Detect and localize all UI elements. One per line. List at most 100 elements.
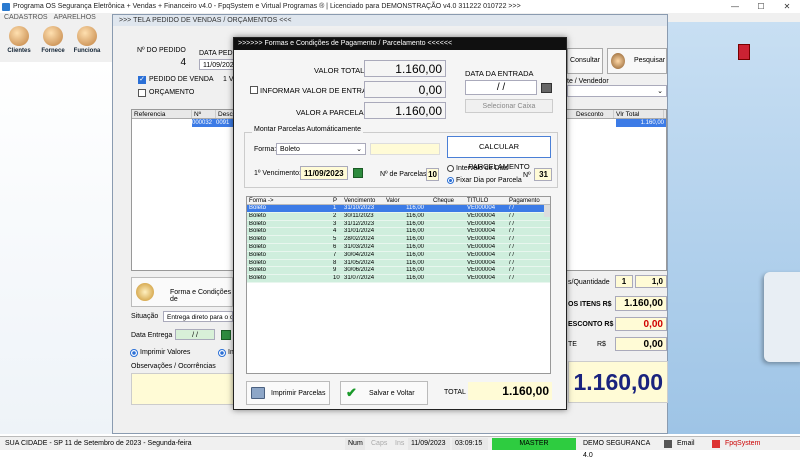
parcela-titulo: VE000004 — [467, 220, 496, 227]
forma-extra-field[interactable] — [370, 143, 440, 155]
funciona-button[interactable]: Funciona — [72, 24, 102, 60]
data-entrega-field[interactable]: / / — [175, 329, 215, 340]
parcelas-table: Forma -> P Vencimento Valor Cheque TITUL… — [246, 196, 551, 374]
salvar-voltar-label: Salvar e Voltar — [369, 390, 415, 397]
parcela-p: 10 — [333, 275, 340, 282]
clientes-label: Clientes — [7, 48, 31, 54]
pesquisar-label: Pesquisar — [634, 57, 666, 64]
valor-entrada-field[interactable]: 0,00 — [364, 81, 446, 98]
imprimir-valores-label: Imprimir Valores — [140, 349, 191, 356]
parcela-row[interactable]: Boleto 2 30/11/2023 116,00 VE000004 / / — [247, 212, 550, 221]
salvar-voltar-button[interactable]: ✔ Salvar e Voltar — [340, 381, 428, 405]
informar-checkbox[interactable] — [250, 86, 258, 94]
orcamento-checkbox[interactable] — [138, 89, 146, 97]
menu-aparelhos[interactable]: APARELHOS — [54, 13, 96, 22]
parcela-valor: 116,00 — [406, 275, 424, 282]
intervalo-label: Intervalo de Dias — [456, 165, 509, 172]
status-email[interactable]: Email — [674, 438, 704, 450]
menu-cadastros[interactable]: CADASTROS — [4, 13, 48, 22]
nr-pedido-field[interactable]: 4 — [137, 57, 189, 70]
forma-label: Forma: — [254, 146, 277, 153]
coins-icon — [136, 283, 154, 301]
close-button[interactable]: ✕ — [774, 0, 800, 13]
parcela-row[interactable]: Boleto 1 31/10/2023 116,00 VE000004 / / — [247, 205, 550, 213]
parcela-p: 5 — [333, 236, 337, 243]
parcela-row[interactable]: Boleto 9 30/06/2024 116,00 VE000004 / / — [247, 267, 550, 276]
total-itens-field: 1.160,00 — [615, 296, 667, 311]
parcela-row[interactable]: Boleto 5 28/02/2024 116,00 VE000004 / / — [247, 236, 550, 244]
calcular-button[interactable]: CALCULAR PARCELAMENTO — [447, 136, 551, 171]
desconto-field[interactable]: 0,00 — [615, 317, 667, 331]
parcela-pag: / / — [509, 205, 515, 211]
nparcelas-field[interactable]: 10 — [426, 168, 439, 181]
vencimento-label: 1º Vencimento: — [254, 170, 301, 177]
observacoes-field[interactable] — [131, 373, 235, 405]
col-vencimento: Vencimento — [344, 198, 376, 204]
calendar-icon[interactable] — [353, 168, 363, 178]
maximize-button[interactable]: ☐ — [748, 0, 774, 13]
parcela-forma: Boleto — [249, 243, 267, 250]
parcela-row[interactable]: Boleto 4 31/01/2024 116,00 VE000004 / / — [247, 228, 550, 237]
valor-parcelar-field: 1.160,00 — [364, 102, 446, 119]
situacao-field[interactable]: Entrega direto para o clie — [163, 311, 233, 322]
pesquisar-button[interactable]: Pesquisar — [607, 48, 667, 74]
imprimir-parcelas-label: Imprimir Parcelas — [271, 390, 326, 397]
pedido-venda-checkbox[interactable]: ✓ — [138, 76, 146, 84]
col-forma: Forma -> — [249, 198, 274, 204]
parcela-p: 4 — [333, 228, 337, 235]
col-nr: Nº — [192, 110, 216, 118]
parcela-valor: 116,00 — [406, 236, 424, 243]
te-label: TE — [568, 341, 577, 348]
parcela-venc: 31/03/2024 — [344, 243, 375, 250]
parcela-row[interactable]: Boleto 10 31/07/2024 116,00 VE000004 / / — [247, 275, 550, 283]
fixar-radio[interactable] — [447, 177, 454, 184]
data-entrada-field[interactable]: / / — [465, 80, 537, 95]
forma-condicoes-button[interactable]: Forma e Condições de — [131, 277, 233, 307]
dia-field[interactable]: 31 — [534, 168, 552, 181]
vencimento-field[interactable]: 11/09/2023 — [300, 166, 348, 180]
status-ins: Ins — [395, 440, 405, 447]
exit-icon[interactable] — [738, 44, 750, 60]
window-titlebar: Programa OS Segurança Eletrônica + Venda… — [0, 0, 800, 13]
col-p: P — [333, 198, 338, 204]
parcela-row[interactable]: Boleto 8 31/05/2024 116,00 VE000004 / / — [247, 259, 550, 268]
calendar-icon[interactable] — [221, 330, 231, 340]
selecionar-caixa-button[interactable]: Selecionar Caixa — [465, 99, 553, 113]
parcela-row[interactable]: Boleto 3 31/12/2023 116,00 VE000004 / / — [247, 220, 550, 229]
parcela-forma: Boleto — [249, 267, 267, 274]
parcela-forma: Boleto — [249, 236, 267, 243]
parcela-row[interactable]: Boleto 6 31/03/2024 116,00 VE000004 / / — [247, 243, 550, 252]
im-radio[interactable] — [218, 349, 226, 357]
parcela-pag: / / — [509, 236, 515, 243]
parcela-titulo: VE000004 — [467, 259, 496, 266]
imprimir-parcelas-button[interactable]: Imprimir Parcelas — [246, 381, 330, 405]
intervalo-radio[interactable] — [447, 165, 454, 172]
parcela-forma: Boleto — [249, 251, 267, 258]
email-icon[interactable] — [664, 440, 672, 448]
parcela-valor: 116,00 — [406, 251, 424, 258]
parcela-titulo: VE000004 — [467, 205, 496, 211]
parcela-venc: 30/04/2024 — [344, 251, 375, 258]
col-vlr-total: Vlr Total — [614, 110, 664, 118]
valor-parcelar-label: VALOR A PARCELAR — [296, 108, 370, 117]
col-cheque: Cheque — [433, 198, 455, 204]
quantidade-field[interactable]: 1 — [615, 275, 633, 288]
imprimir-valores-radio[interactable] — [130, 349, 138, 357]
calendar-icon[interactable] — [541, 83, 552, 93]
col-referencia: Referencia — [132, 110, 192, 118]
quantidade-field-2[interactable]: 1,0 — [635, 275, 667, 288]
quantidade-label: s/Quantidade — [568, 279, 610, 286]
table-scrollbar[interactable] — [544, 205, 550, 217]
clientes-button[interactable]: Clientes — [4, 24, 34, 60]
forma-select[interactable]: Boleto ⌄ — [276, 143, 366, 155]
minimize-button[interactable]: — — [722, 0, 748, 13]
fornece-label: Fornece — [41, 48, 65, 54]
fornece-button[interactable]: Fornece — [38, 24, 68, 60]
parcela-pag: / / — [509, 212, 515, 219]
vendedor-select[interactable]: ⌄ — [567, 85, 667, 97]
pedido-venda-label: PEDIDO DE VENDA — [149, 76, 214, 83]
consultar-button[interactable]: Consultar — [567, 48, 603, 74]
parcela-row[interactable]: Boleto 7 30/04/2024 116,00 VE000004 / / — [247, 251, 550, 260]
total-label: TOTAL — [444, 389, 466, 396]
data-pedido-field[interactable]: 11/09/2023 — [199, 59, 235, 70]
